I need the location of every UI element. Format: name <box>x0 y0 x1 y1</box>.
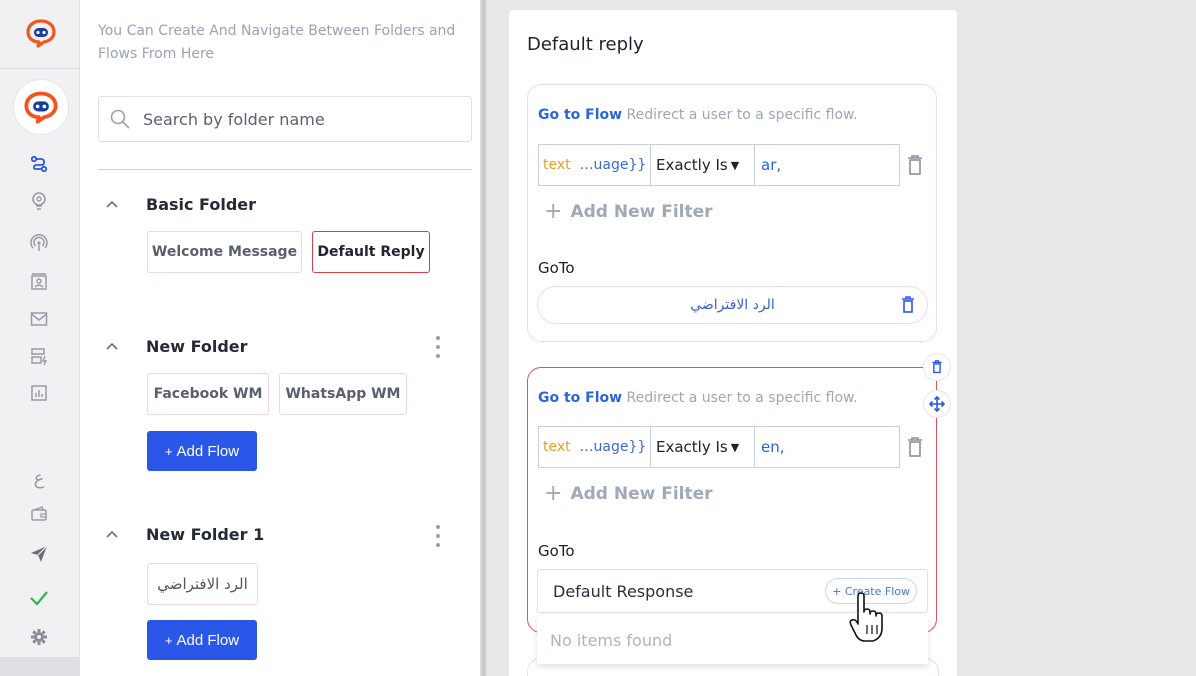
folder-search[interactable] <box>98 96 472 142</box>
go-to-flow-description: Redirect a user to a specific flow. <box>626 107 858 123</box>
redirect-card: Go to Flow Redirect a user to a specific… <box>527 84 937 342</box>
delete-filter-icon[interactable] <box>906 154 924 176</box>
go-to-flow-description: Redirect a user to a specific flow. <box>626 390 858 406</box>
plus-icon: + <box>544 199 563 224</box>
filter-value-input[interactable]: en, <box>755 427 899 467</box>
add-flow-button[interactable]: + Add Flow <box>147 620 257 660</box>
goto-flow-select[interactable]: الرد الافتراضي <box>537 286 928 324</box>
rail-bottom-item[interactable] <box>0 657 80 676</box>
broadcast-icon[interactable] <box>28 232 50 254</box>
operator-select[interactable]: Exactly Is ▼ <box>651 145 755 185</box>
go-to-flow-label: Go to Flow <box>538 107 623 123</box>
chevron-up-icon[interactable] <box>104 197 120 213</box>
brand-logo-icon[interactable] <box>25 18 57 48</box>
bulb-icon[interactable] <box>28 190 50 212</box>
check-icon[interactable] <box>28 587 50 609</box>
panel-resize-handle[interactable] <box>480 0 487 676</box>
contacts-icon[interactable] <box>28 271 50 293</box>
folder-name: Basic Folder <box>146 195 257 214</box>
template-icon[interactable] <box>28 345 50 367</box>
workspace-avatar[interactable] <box>14 80 68 134</box>
filter-field[interactable]: text …uage}} <box>539 145 651 185</box>
folders-hint: You Can Create And Navigate Between Fold… <box>98 23 456 62</box>
folder-menu-icon[interactable] <box>430 334 446 360</box>
goto-label: GoTo <box>538 542 575 560</box>
chevron-down-icon: ▼ <box>730 440 740 454</box>
flow-chip[interactable]: Welcome Message <box>147 231 302 273</box>
folder-header[interactable]: Basic Folder <box>104 195 256 214</box>
analytics-icon[interactable] <box>28 382 50 404</box>
folders-panel: You Can Create And Navigate Between Fold… <box>80 0 480 676</box>
add-flow-label: Add Flow <box>176 442 240 460</box>
plus-icon: + <box>164 632 173 648</box>
chevron-up-icon[interactable] <box>104 339 120 355</box>
goto-label: GoTo <box>538 259 575 277</box>
hand-cursor-icon <box>849 592 883 642</box>
goto-flow-value: Default Response <box>553 581 694 601</box>
filter-field-var: …uage}} <box>579 439 647 455</box>
folder-name: New Folder <box>146 337 248 356</box>
folder-header[interactable]: New Folder 1 <box>104 525 264 544</box>
flows-icon[interactable] <box>28 153 50 175</box>
language-icon[interactable]: ع <box>28 467 50 489</box>
chevron-down-icon: ▼ <box>730 158 740 172</box>
add-flow-button[interactable]: + Add Flow <box>147 431 257 471</box>
app-sidebar: ع <box>0 0 80 676</box>
go-to-flow-heading: Go to Flow Redirect a user to a specific… <box>538 390 858 406</box>
send-icon[interactable] <box>28 543 50 565</box>
wallet-icon[interactable] <box>28 503 50 525</box>
flow-editor-panel: Default reply Go to Flow Redirect a user… <box>509 10 957 676</box>
plus-icon: + <box>164 443 173 459</box>
filter-field-var: …uage}} <box>579 157 647 173</box>
mail-icon[interactable] <box>28 308 50 330</box>
add-flow-label: Add Flow <box>176 631 240 649</box>
folder-name: New Folder 1 <box>146 525 265 544</box>
add-filter-label: Add New Filter <box>570 483 713 504</box>
go-to-flow-heading: Go to Flow Redirect a user to a specific… <box>538 107 858 123</box>
go-to-flow-label: Go to Flow <box>538 390 623 406</box>
move-card-icon[interactable] <box>923 390 951 418</box>
flow-chip[interactable]: WhatsApp WM <box>279 373 407 415</box>
operator-value: Exactly Is <box>656 156 728 174</box>
goto-flow-value: الرد الافتراضي <box>690 297 775 313</box>
settings-icon[interactable] <box>28 626 50 648</box>
search-icon <box>110 109 130 129</box>
flow-chip-active[interactable]: Default Reply <box>312 231 430 273</box>
folder-header[interactable]: New Folder <box>104 337 248 356</box>
operator-value: Exactly Is <box>656 438 728 456</box>
delete-card-icon[interactable] <box>923 353 951 381</box>
delete-goto-icon[interactable] <box>901 296 915 314</box>
filter-row: text …uage}} Exactly Is ▼ en, <box>538 426 900 468</box>
filter-value-input[interactable]: ar, <box>755 145 899 185</box>
operator-select[interactable]: Exactly Is ▼ <box>651 427 755 467</box>
delete-filter-icon[interactable] <box>906 436 924 458</box>
flow-chip[interactable]: الرد الافتراضي <box>147 563 258 605</box>
add-filter-label: Add New Filter <box>570 201 713 222</box>
panel-title: Default reply <box>527 34 644 55</box>
filter-row: text …uage}} Exactly Is ▼ ar, <box>538 144 900 186</box>
search-input[interactable] <box>143 109 443 129</box>
plus-icon: + <box>544 481 563 506</box>
dropdown-empty-text: No items found <box>550 630 673 650</box>
filter-field-token: text <box>543 439 571 455</box>
chevron-up-icon[interactable] <box>104 527 120 543</box>
flow-chip[interactable]: Facebook WM <box>147 373 269 415</box>
add-filter-button[interactable]: + Add New Filter <box>544 481 713 506</box>
folder-menu-icon[interactable] <box>430 523 446 549</box>
filter-field[interactable]: text …uage}} <box>539 427 651 467</box>
search-divider <box>98 169 472 170</box>
filter-field-token: text <box>543 157 571 173</box>
add-filter-button[interactable]: + Add New Filter <box>544 199 713 224</box>
rail-separator <box>0 68 80 69</box>
